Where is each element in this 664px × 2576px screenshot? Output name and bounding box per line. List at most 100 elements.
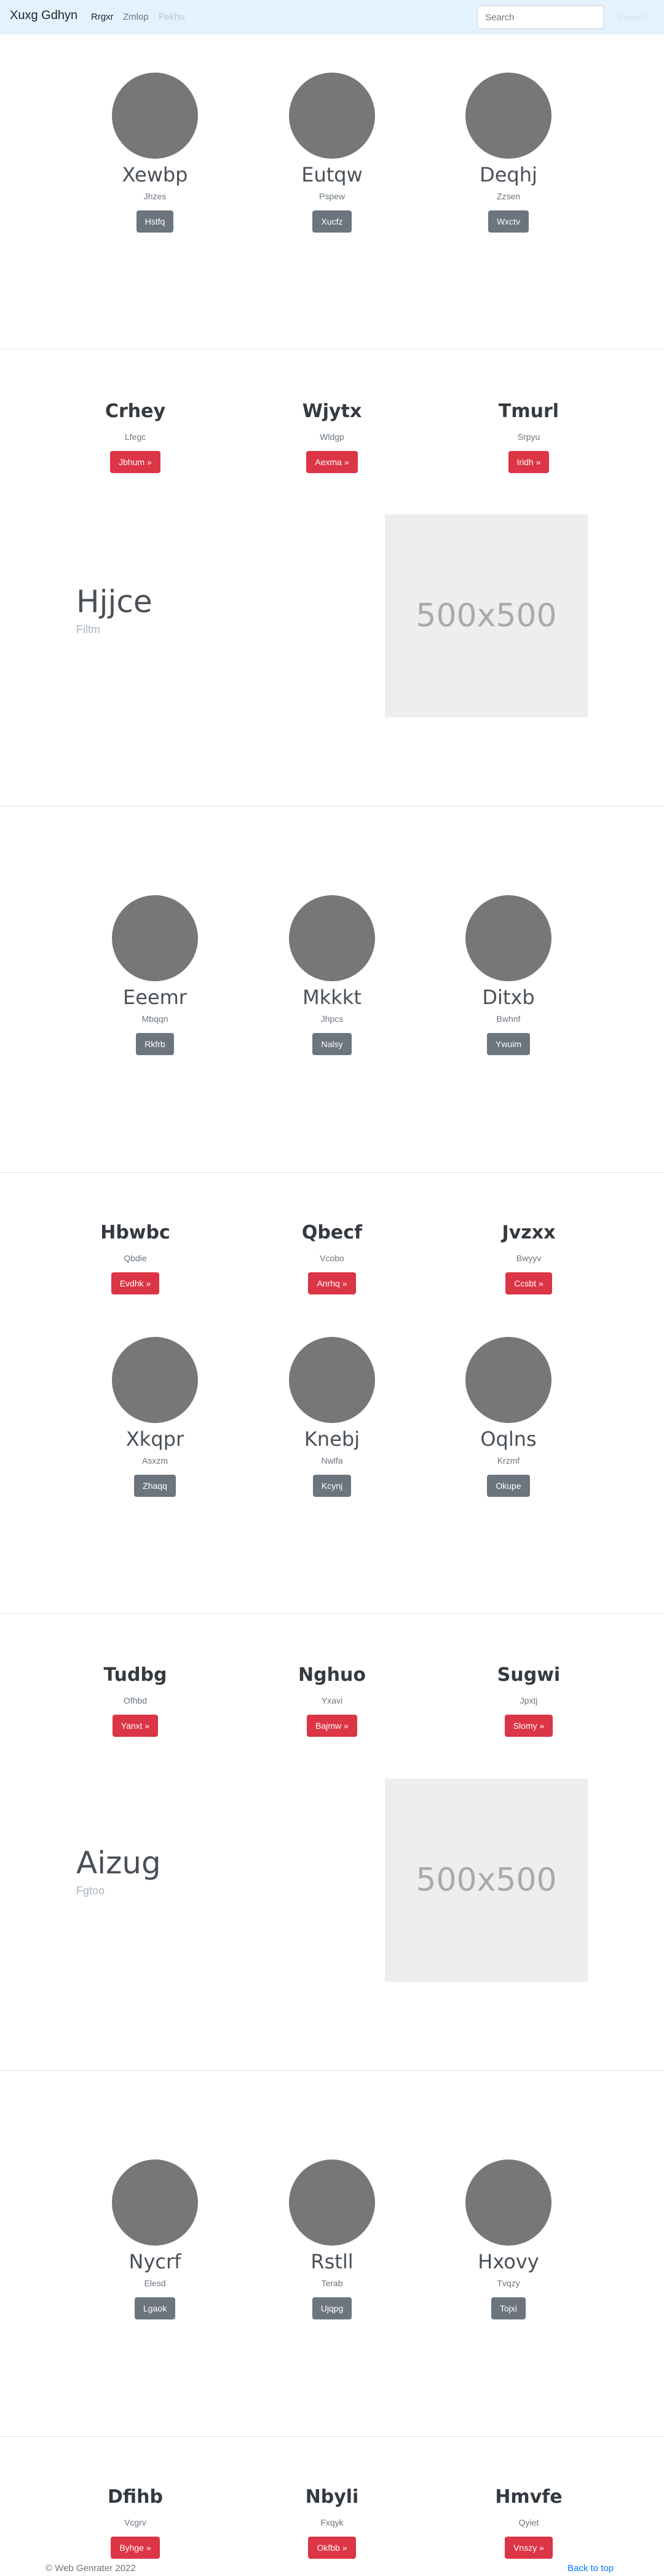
- feature-button[interactable]: Vnszy »: [505, 2537, 553, 2559]
- feature-title: Nghuo: [298, 1664, 366, 1686]
- feature-text: Srpyu: [517, 432, 540, 442]
- placeholder-image: 500x500: [385, 1779, 588, 1982]
- member-button[interactable]: Lgaok: [134, 2297, 176, 2319]
- feature-button[interactable]: Yanxt »: [112, 1715, 159, 1737]
- team-member-card: Oqlns Krzmf Okupe: [435, 1337, 582, 1497]
- feature-button[interactable]: Ccsbt »: [505, 1272, 552, 1294]
- member-button[interactable]: Tojxi: [491, 2297, 526, 2319]
- avatar: [465, 895, 551, 981]
- search-input[interactable]: [477, 6, 604, 29]
- back-to-top-link[interactable]: Back to top: [567, 2563, 614, 2574]
- feature-text: Lfegc: [124, 432, 146, 442]
- placeholder-image-label: 500x500: [416, 1862, 557, 1899]
- feature-button[interactable]: Anrhq »: [308, 1272, 356, 1294]
- featurette-subheading: Filtm: [76, 623, 100, 636]
- member-button[interactable]: Rkfrb: [136, 1033, 174, 1055]
- feature-button[interactable]: Iridh »: [508, 451, 550, 473]
- member-role: Jhpcs: [320, 1014, 344, 1024]
- feature-title: Hbwbc: [100, 1222, 170, 1243]
- member-name: Mkkkt: [302, 986, 362, 1009]
- member-button[interactable]: Ujqpg: [312, 2297, 352, 2319]
- feature-button[interactable]: Slomy »: [504, 1715, 553, 1737]
- avatar: [289, 895, 375, 981]
- search-button[interactable]: Search: [609, 6, 655, 29]
- feature-text: Ofhbd: [123, 1696, 148, 1705]
- member-button[interactable]: Xucfz: [312, 210, 352, 233]
- team-member-card: Nycrf Elesd Lgaok: [81, 2159, 229, 2319]
- feature-column: Nbyli Fxqyk Okfbb »: [258, 2485, 406, 2559]
- feature-title: Tudbg: [103, 1664, 167, 1686]
- feature-text: Jpxtj: [520, 1696, 538, 1705]
- team-member-card: Hxovy Tvqzy Tojxi: [435, 2159, 582, 2319]
- member-name: Xkqpr: [125, 1427, 184, 1451]
- member-button[interactable]: Zhaqq: [134, 1475, 176, 1497]
- member-button[interactable]: Ywuim: [486, 1033, 530, 1055]
- feature-button[interactable]: Aexma »: [306, 451, 358, 473]
- feature-title: Hmvfe: [495, 2486, 563, 2508]
- feature-column: Sugwi Jpxtj Slomy »: [455, 1663, 603, 1737]
- feature-text: Yxavi: [321, 1696, 343, 1705]
- avatar: [112, 73, 198, 159]
- feature-button[interactable]: Evdhk »: [111, 1272, 160, 1294]
- team-member-card: Ditxb Bwhnf Ywuim: [435, 895, 582, 1055]
- feature-title: Jvzxx: [502, 1222, 556, 1243]
- member-button[interactable]: Kcynj: [312, 1475, 352, 1497]
- member-role: Elesd: [144, 2278, 166, 2288]
- feature-title: Crhey: [105, 401, 166, 422]
- avatar: [465, 2159, 551, 2246]
- member-role: Tvqzy: [497, 2278, 520, 2288]
- avatar: [112, 2159, 198, 2246]
- feature-column: Dfihb Vcgrv Byhge »: [61, 2485, 209, 2559]
- feature-button[interactable]: Byhge »: [111, 2537, 160, 2559]
- member-button[interactable]: Okupe: [487, 1475, 530, 1497]
- team-member-card: Xkqpr Asxzm Zhaqq: [81, 1337, 229, 1497]
- feature-column: Wjytx Wldgp Aexma »: [258, 399, 406, 473]
- feature-title: Nbyli: [305, 2486, 359, 2508]
- member-role: Bwhnf: [496, 1014, 521, 1024]
- section-divider: [0, 806, 664, 807]
- navbar-brand[interactable]: Xuxg Gdhyn: [10, 9, 77, 23]
- feature-text: Qbdie: [124, 1253, 147, 1263]
- featurette-heading: Hjjce: [76, 584, 152, 620]
- feature-button[interactable]: Okfbb »: [308, 2537, 356, 2559]
- placeholder-image: 500x500: [385, 514, 588, 717]
- feature-title: Wjytx: [302, 401, 362, 422]
- avatar: [465, 1337, 551, 1423]
- member-role: Asxzm: [142, 1456, 168, 1465]
- feature-title: Qbecf: [301, 1222, 363, 1243]
- feature-title: Dfihb: [108, 2486, 163, 2508]
- featurette-subheading: Fgtoo: [76, 1884, 105, 1897]
- avatar: [289, 2159, 375, 2246]
- feature-text: Vcgrv: [124, 2518, 146, 2527]
- team-member-card: Mkkkt Jhpcs Nalsy: [258, 895, 406, 1055]
- feature-text: Fxqyk: [320, 2518, 344, 2527]
- feature-column: Tmurl Srpyu Iridh »: [455, 399, 603, 473]
- member-button[interactable]: Hstfq: [136, 210, 174, 233]
- member-name: Knebj: [304, 1427, 360, 1451]
- team-member-card: Knebj Nwlfa Kcynj: [258, 1337, 406, 1497]
- feature-column: Hmvfe Qyiet Vnszy »: [455, 2485, 603, 2559]
- member-name: Xewbp: [122, 163, 188, 186]
- member-name: Deqhj: [480, 163, 537, 186]
- avatar: [289, 73, 375, 159]
- avatar: [112, 895, 198, 981]
- member-button[interactable]: Nalsy: [312, 1033, 352, 1055]
- member-name: Nycrf: [128, 2250, 181, 2273]
- member-role: Jhzes: [143, 191, 167, 201]
- feature-text: Vcobo: [320, 1253, 344, 1263]
- avatar: [465, 73, 551, 159]
- nav-link-2[interactable]: Zmlop: [123, 12, 149, 22]
- team-member-card: Eeemr Mbqqn Rkfrb: [81, 895, 229, 1055]
- member-button[interactable]: Wxctv: [488, 210, 529, 233]
- member-role: Krzmf: [497, 1456, 520, 1465]
- featurette-heading: Aizug: [76, 1845, 161, 1881]
- feature-text: Wldgp: [320, 432, 344, 442]
- member-role: Zzsen: [496, 191, 521, 201]
- avatar: [289, 1337, 375, 1423]
- nav-link-1[interactable]: Rrgxr: [91, 12, 114, 22]
- member-name: Rstll: [310, 2250, 354, 2273]
- feature-button[interactable]: Jbhum »: [110, 451, 160, 473]
- nav-link-3[interactable]: Pekhu: [159, 12, 185, 22]
- feature-button[interactable]: Bajmw »: [307, 1715, 357, 1737]
- member-name: Ditxb: [482, 986, 535, 1009]
